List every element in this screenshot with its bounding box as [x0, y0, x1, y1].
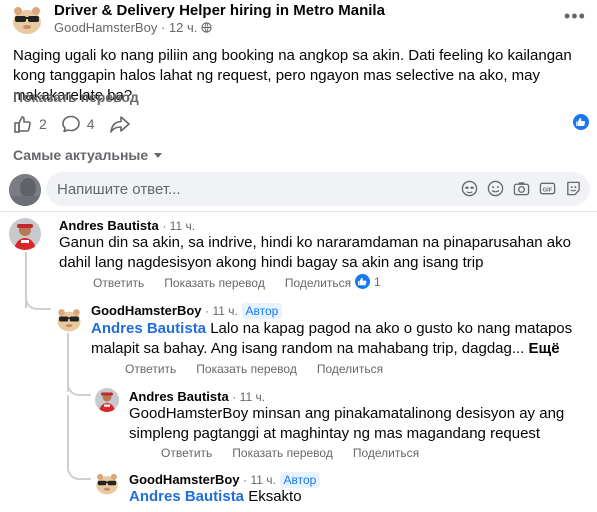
user-avatar-icon	[9, 174, 41, 206]
see-translation-link[interactable]: Показать перевод	[13, 89, 139, 105]
see-translation-link[interactable]: Показать перевод	[232, 446, 333, 460]
sticker-icon[interactable]	[565, 180, 582, 197]
sort-dropdown[interactable]: Самые актуальные	[13, 147, 163, 163]
share-button[interactable]: Поделиться	[285, 276, 351, 290]
comment-icon	[61, 115, 80, 133]
reply-button[interactable]: Ответить	[161, 446, 212, 460]
avatar[interactable]	[55, 305, 83, 333]
comment-time[interactable]: 11 ч.	[170, 219, 195, 233]
comment-text: Andres Bautista Lalo na kapag pagod na a…	[91, 319, 581, 359]
share-button[interactable]: Поделиться	[317, 362, 383, 376]
avatar-sticker-icon[interactable]	[461, 180, 478, 197]
commenter-name[interactable]: Andres Bautista	[129, 389, 229, 404]
reply-button[interactable]: Ответить	[125, 362, 176, 376]
post-meta: GoodHamsterBoy · 12 ч.	[54, 20, 212, 35]
avatar[interactable]	[94, 470, 120, 496]
comment-controls: Ответить Показать перевод Поделиться	[125, 362, 383, 376]
hamster-avatar-icon	[55, 305, 83, 333]
like-button[interactable]: 2	[13, 114, 47, 134]
author-badge: Автор	[279, 472, 321, 488]
avatar[interactable]	[9, 218, 41, 250]
composer-tools: GIF	[461, 180, 582, 197]
comment-time[interactable]: 11 ч.	[213, 304, 238, 318]
comment-controls: Ответить Показать перевод Поделиться	[93, 276, 351, 290]
emoji-icon[interactable]	[487, 180, 504, 197]
share-icon	[109, 116, 130, 133]
divider	[0, 211, 597, 212]
comment-count: 4	[86, 116, 95, 132]
comment-author: Andres Bautista · 11 ч.	[129, 389, 266, 404]
thread-connector	[67, 460, 91, 480]
gif-icon[interactable]: GIF	[539, 180, 556, 197]
reply-input[interactable]: Напишите ответ...	[57, 181, 181, 198]
comment-author: GoodHamsterBoy · 11 ч. Автор	[129, 472, 321, 488]
camera-icon[interactable]	[513, 180, 530, 197]
mention-link[interactable]: Andres Bautista	[91, 320, 206, 337]
share-button[interactable]	[109, 114, 131, 134]
svg-text:GIF: GIF	[543, 187, 553, 193]
like-count: 2	[39, 116, 47, 132]
group-name[interactable]: Driver & Delivery Helper hiring in Metro…	[54, 2, 385, 19]
commenter-name[interactable]: GoodHamsterBoy	[129, 472, 240, 487]
comment-text: Ganun din sa akin, sa indrive, hindi ko …	[59, 234, 571, 271]
meta-separator: ·	[160, 20, 166, 35]
author-badge: Автор	[241, 303, 283, 319]
comment-text: Andres Bautista Eksakto	[129, 487, 569, 507]
like-reaction-icon	[573, 114, 589, 130]
post-time[interactable]: 12 ч.	[169, 20, 197, 35]
comment-time[interactable]: 11 ч.	[251, 473, 276, 487]
commenter-name[interactable]: Andres Bautista	[59, 218, 159, 233]
avatar[interactable]	[95, 388, 119, 412]
avatar[interactable]	[9, 174, 41, 206]
thumbs-up-icon	[14, 116, 31, 133]
comment-button[interactable]: 4	[61, 114, 95, 134]
reply-button[interactable]: Ответить	[93, 276, 144, 290]
see-translation-link[interactable]: Показать перевод	[164, 276, 265, 290]
comment-time[interactable]: 11 ч.	[240, 390, 265, 404]
group-avatar[interactable]	[10, 2, 44, 36]
hamster-avatar-icon	[94, 470, 120, 496]
see-translation-link[interactable]: Показать перевод	[196, 362, 297, 376]
user-avatar-icon	[95, 388, 119, 412]
like-reaction-icon	[355, 274, 370, 289]
share-button[interactable]: Поделиться	[353, 446, 419, 460]
reaction-summary[interactable]: 1	[355, 274, 381, 289]
thread-connector	[67, 376, 91, 396]
more-options-icon[interactable]: •••	[564, 6, 586, 27]
comment-author: GoodHamsterBoy · 11 ч. Автор	[91, 303, 283, 319]
comment-text: GoodHamsterBoy minsan ang pinakamatalino…	[129, 405, 565, 442]
reaction-count: 1	[374, 274, 381, 289]
post-header: Driver & Delivery Helper hiring in Metro…	[0, 0, 597, 40]
post-actions: 2 4	[13, 113, 145, 135]
thread-line	[67, 395, 69, 470]
post-author[interactable]: GoodHamsterBoy	[54, 20, 157, 35]
commenter-name[interactable]: GoodHamsterBoy	[91, 303, 202, 318]
chevron-down-icon	[154, 152, 163, 158]
hamster-avatar-icon	[13, 7, 41, 34]
mention-link[interactable]: Andres Bautista	[129, 488, 244, 505]
comment-author: Andres Bautista · 11 ч.	[59, 218, 196, 233]
user-avatar-icon	[9, 218, 41, 250]
thread-connector	[25, 290, 51, 310]
see-more-link[interactable]: Ещё	[524, 340, 560, 357]
sort-label: Самые актуальные	[13, 147, 149, 163]
comment-body: Eksakto	[244, 488, 302, 505]
comment-controls: Ответить Показать перевод Поделиться	[161, 446, 419, 460]
globe-icon	[201, 20, 212, 35]
reply-composer[interactable]: Напишите ответ... GIF	[46, 172, 590, 206]
